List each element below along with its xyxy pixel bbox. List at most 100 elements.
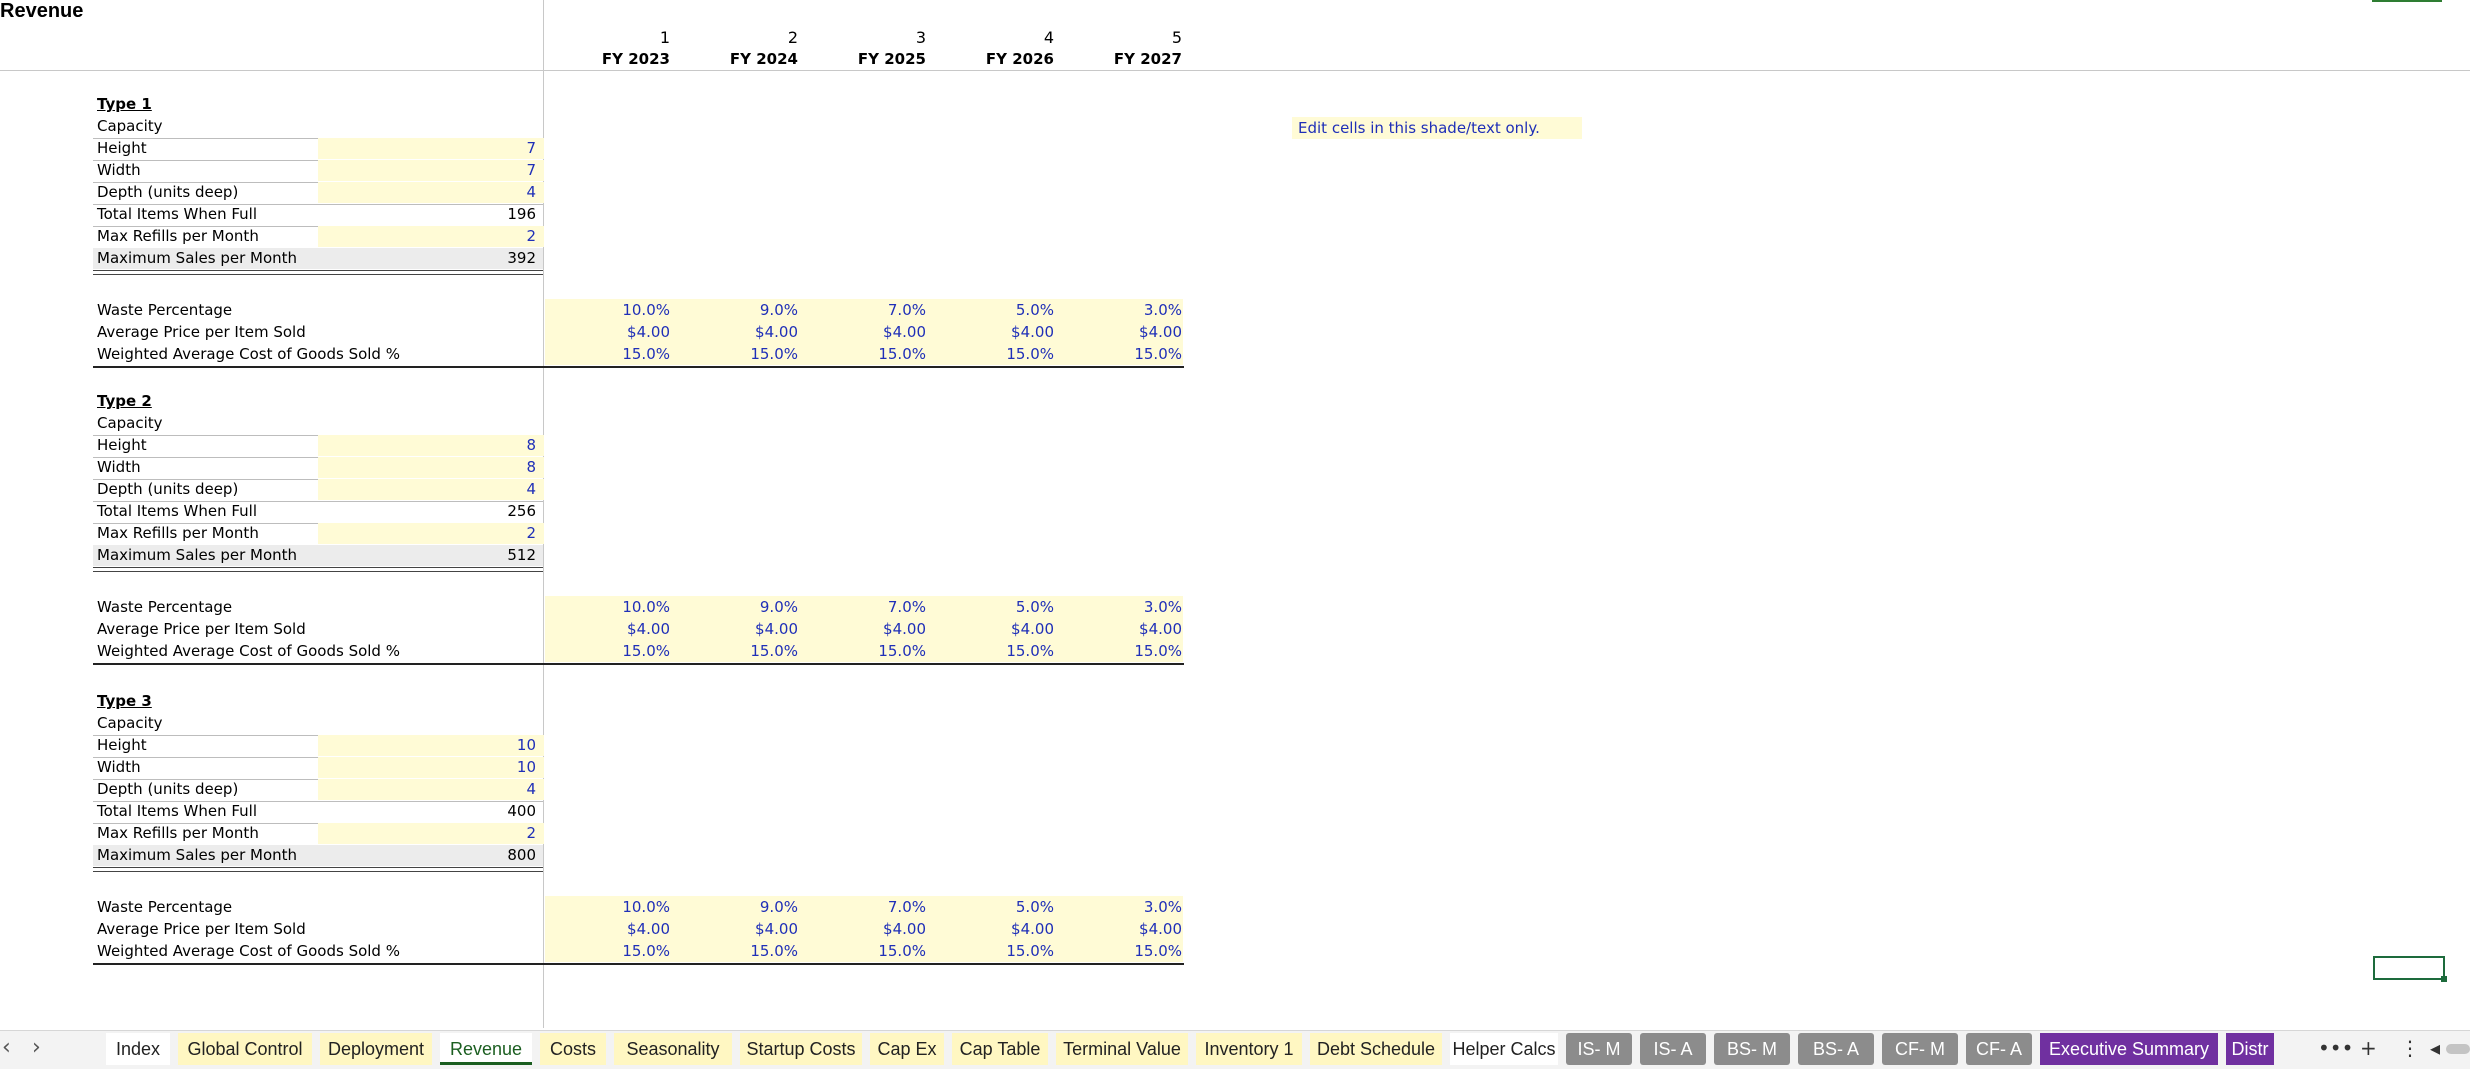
sheet-tab[interactable]: Deployment <box>320 1033 432 1065</box>
price-cell[interactable]: $4.00 <box>816 323 926 341</box>
cogs-cell[interactable]: 15.0% <box>944 942 1054 960</box>
sheet-tab[interactable]: BS- A <box>1798 1033 1874 1065</box>
price-cell[interactable]: $4.00 <box>560 620 670 638</box>
cogs-cell[interactable]: 15.0% <box>816 642 926 660</box>
waste-cell[interactable]: 9.0% <box>688 598 798 616</box>
cogs-cell[interactable]: 15.0% <box>944 345 1054 363</box>
price-cell[interactable]: $4.00 <box>816 620 926 638</box>
sheet-tab[interactable]: Global Control <box>178 1033 312 1065</box>
sheet-tab[interactable]: Distr <box>2226 1033 2274 1065</box>
max-sales-value[interactable]: 392 <box>318 249 536 267</box>
waste-cell[interactable]: 7.0% <box>816 898 926 916</box>
waste-label: Waste Percentage <box>97 301 233 319</box>
sheet-tab[interactable]: Terminal Value <box>1056 1033 1188 1065</box>
sheet-tab[interactable]: Seasonality <box>614 1033 732 1065</box>
max-sales-label: Maximum Sales per Month <box>97 846 298 864</box>
cogs-cell[interactable]: 15.0% <box>688 942 798 960</box>
price-cell[interactable]: $4.00 <box>1072 920 1182 938</box>
scroll-tabs-right-button[interactable]: › <box>32 1035 41 1060</box>
sheet-tab[interactable]: Cap Ex <box>870 1033 944 1065</box>
sheet-tab[interactable]: Inventory 1 <box>1196 1033 1302 1065</box>
waste-cell[interactable]: 3.0% <box>1072 301 1182 319</box>
scroll-tabs-left-button[interactable]: ‹ <box>2 1035 11 1060</box>
cogs-cell[interactable]: 15.0% <box>816 942 926 960</box>
period-number: 4 <box>1043 28 1054 47</box>
max-sales-label: Maximum Sales per Month <box>97 249 298 267</box>
width-value[interactable]: 7 <box>318 161 536 179</box>
cogs-cell[interactable]: 15.0% <box>560 942 670 960</box>
waste-cell[interactable]: 5.0% <box>944 598 1054 616</box>
sheet-tab[interactable]: Helper Calcs <box>1450 1033 1558 1065</box>
cogs-cell[interactable]: 15.0% <box>816 345 926 363</box>
width-value[interactable]: 10 <box>318 758 536 776</box>
cogs-cell[interactable]: 15.0% <box>1072 345 1182 363</box>
refills-value[interactable]: 2 <box>318 227 536 245</box>
height-value[interactable]: 10 <box>318 736 536 754</box>
waste-cell[interactable]: 9.0% <box>688 898 798 916</box>
sheet-tab[interactable]: Index <box>106 1033 170 1065</box>
cogs-cell[interactable]: 15.0% <box>1072 642 1182 660</box>
sheet-tab[interactable]: BS- M <box>1714 1033 1790 1065</box>
waste-cell[interactable]: 10.0% <box>560 301 670 319</box>
sheet-options-icon[interactable]: ⋮ <box>2400 1036 2420 1060</box>
sheet-tab[interactable]: Startup Costs <box>740 1033 862 1065</box>
more-tabs-button[interactable]: ••• <box>2318 1036 2353 1060</box>
total-value[interactable]: 400 <box>318 802 536 820</box>
waste-cell[interactable]: 7.0% <box>816 301 926 319</box>
depth-value[interactable]: 4 <box>318 780 536 798</box>
waste-cell[interactable]: 3.0% <box>1072 598 1182 616</box>
max-sales-value[interactable]: 800 <box>318 846 536 864</box>
price-cell[interactable]: $4.00 <box>1072 620 1182 638</box>
price-cell[interactable]: $4.00 <box>560 920 670 938</box>
max-sales-value[interactable]: 512 <box>318 546 536 564</box>
price-cell[interactable]: $4.00 <box>944 323 1054 341</box>
width-label: Width <box>97 458 141 476</box>
waste-cell[interactable]: 9.0% <box>688 301 798 319</box>
waste-cell[interactable]: 3.0% <box>1072 898 1182 916</box>
total-value[interactable]: 256 <box>318 502 536 520</box>
price-cell[interactable]: $4.00 <box>944 920 1054 938</box>
sheet-tab[interactable]: Cap Table <box>952 1033 1048 1065</box>
sheet-tab[interactable]: Revenue <box>440 1033 532 1065</box>
cogs-cell[interactable]: 15.0% <box>944 642 1054 660</box>
height-value[interactable]: 8 <box>318 436 536 454</box>
cogs-cell[interactable]: 15.0% <box>688 642 798 660</box>
horizontal-scroll-left-icon[interactable]: ◂ <box>2430 1036 2440 1060</box>
sheet-tab[interactable]: IS- M <box>1566 1033 1632 1065</box>
cogs-cell[interactable]: 15.0% <box>560 345 670 363</box>
sheet-tab[interactable]: IS- A <box>1640 1033 1706 1065</box>
price-cell[interactable]: $4.00 <box>688 920 798 938</box>
waste-cell[interactable]: 10.0% <box>560 598 670 616</box>
cogs-cell[interactable]: 15.0% <box>560 642 670 660</box>
refills-value[interactable]: 2 <box>318 824 536 842</box>
sheet-tab[interactable]: Executive Summary <box>2040 1033 2218 1065</box>
waste-cell[interactable]: 10.0% <box>560 898 670 916</box>
sheet-tab[interactable]: Debt Schedule <box>1310 1033 1442 1065</box>
horizontal-scrollbar[interactable] <box>2446 1044 2470 1054</box>
total-value[interactable]: 196 <box>318 205 536 223</box>
cogs-cell[interactable]: 15.0% <box>688 345 798 363</box>
fill-handle[interactable] <box>2441 976 2447 982</box>
sheet-tab[interactable]: Costs <box>540 1033 606 1065</box>
selected-cell[interactable] <box>2373 956 2445 980</box>
sheet-tab[interactable]: CF- M <box>1882 1033 1958 1065</box>
add-sheet-button[interactable]: + <box>2360 1036 2377 1060</box>
height-value[interactable]: 7 <box>318 139 536 157</box>
refills-value[interactable]: 2 <box>318 524 536 542</box>
depth-value[interactable]: 4 <box>318 183 536 201</box>
price-cell[interactable]: $4.00 <box>560 323 670 341</box>
price-cell[interactable]: $4.00 <box>1072 323 1182 341</box>
double-underline <box>93 867 543 872</box>
depth-value[interactable]: 4 <box>318 480 536 498</box>
waste-cell[interactable]: 5.0% <box>944 898 1054 916</box>
cogs-cell[interactable]: 15.0% <box>1072 942 1182 960</box>
waste-cell[interactable]: 7.0% <box>816 598 926 616</box>
price-cell[interactable]: $4.00 <box>816 920 926 938</box>
price-cell[interactable]: $4.00 <box>688 620 798 638</box>
width-value[interactable]: 8 <box>318 458 536 476</box>
waste-cell[interactable]: 5.0% <box>944 301 1054 319</box>
price-cell[interactable]: $4.00 <box>944 620 1054 638</box>
sheet-tab[interactable]: CF- A <box>1966 1033 2032 1065</box>
type-heading: Type 3 <box>97 692 152 710</box>
price-cell[interactable]: $4.00 <box>688 323 798 341</box>
